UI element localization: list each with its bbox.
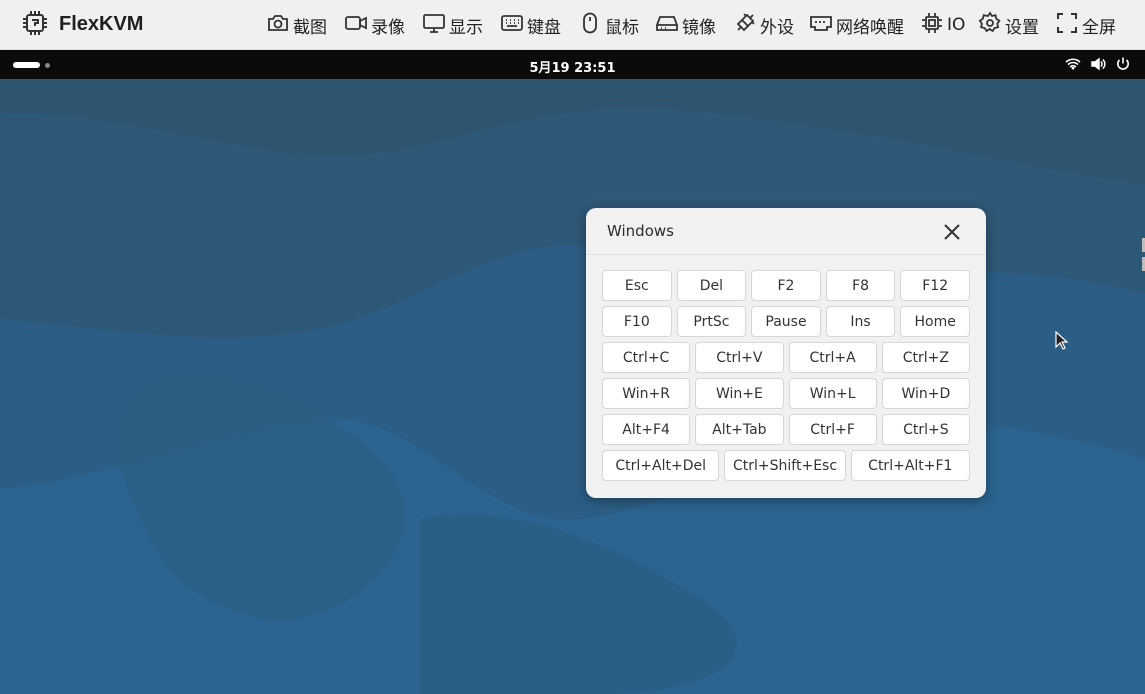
key-ctrl-alt-f1-button[interactable]: Ctrl+Alt+F1 (850, 450, 970, 481)
key-f10-button[interactable]: F10 (602, 306, 672, 337)
chip-logo-icon (21, 9, 49, 41)
system-tray[interactable] (1056, 56, 1131, 76)
drive-icon (655, 11, 682, 40)
fullscreen-button[interactable]: 全屏 (1055, 0, 1121, 50)
gnome-top-bar: 5月19 23:51 (0, 50, 1145, 79)
plug-icon (733, 11, 760, 40)
ethernet-icon (809, 11, 836, 40)
record-label: 录像 (371, 17, 405, 38)
chip-icon (920, 11, 947, 40)
wake-on-lan-label: 网络唤醒 (836, 17, 904, 38)
io-label: IO (947, 15, 966, 35)
brand-name: FlexKVM (59, 13, 144, 35)
close-icon[interactable] (942, 222, 962, 242)
key-f12-button[interactable]: F12 (900, 270, 970, 301)
wake-on-lan-button[interactable]: 网络唤醒 (809, 0, 920, 50)
keyboard-icon (500, 11, 527, 40)
shortcut-row: Ctrl+C Ctrl+V Ctrl+A Ctrl+Z (602, 342, 970, 373)
key-ctrl-f-button[interactable]: Ctrl+F (788, 414, 877, 445)
panel-title: Windows (607, 222, 674, 240)
key-ctrl-c-button[interactable]: Ctrl+C (602, 342, 691, 373)
monitor-icon (422, 11, 449, 40)
key-home-button[interactable]: Home (900, 306, 970, 337)
mouse-icon (578, 11, 605, 40)
key-ctrl-z-button[interactable]: Ctrl+Z (881, 342, 970, 373)
power-icon (1106, 56, 1131, 76)
gear-icon (978, 10, 1005, 40)
keyboard-button[interactable]: 键盘 (500, 0, 578, 50)
clock[interactable]: 5月19 23:51 (0, 57, 1145, 76)
key-f2-button[interactable]: F2 (751, 270, 821, 301)
peripheral-button[interactable]: 外设 (733, 0, 809, 50)
shortcut-grid: Esc Del F2 F8 F12 F10 PrtSc Pause Ins Ho… (602, 270, 970, 486)
key-win-r-button[interactable]: Win+R (602, 378, 691, 409)
fullscreen-label: 全屏 (1082, 17, 1116, 38)
panel-header: Windows (586, 208, 986, 255)
toolbar-menu: 截图 录像 显示 键盘 鼠标 镜像 外设 网络唤醒 IO 设置 全屏 (266, 0, 1121, 50)
key-alt-tab-button[interactable]: Alt+Tab (695, 414, 784, 445)
key-del-button[interactable]: Del (676, 270, 747, 301)
fullscreen-icon (1055, 11, 1082, 40)
wifi-icon (1056, 56, 1081, 76)
key-alt-f4-button[interactable]: Alt+F4 (602, 414, 691, 445)
mirror-label: 镜像 (682, 17, 716, 38)
key-pause-button[interactable]: Pause (751, 306, 821, 337)
record-button[interactable]: 录像 (344, 0, 422, 50)
keyboard-label: 键盘 (527, 17, 561, 38)
brand: FlexKVM (0, 9, 143, 41)
key-esc-button[interactable]: Esc (602, 270, 672, 301)
settings-button[interactable]: 设置 (978, 0, 1055, 50)
key-ctrl-s-button[interactable]: Ctrl+S (881, 414, 970, 445)
io-button[interactable]: IO (920, 0, 978, 50)
key-ctrl-alt-del-button[interactable]: Ctrl+Alt+Del (602, 450, 720, 481)
shortcut-row: F10 PrtSc Pause Ins Home (602, 306, 970, 337)
key-ins-button[interactable]: Ins (825, 306, 896, 337)
key-ctrl-v-button[interactable]: Ctrl+V (695, 342, 784, 373)
video-icon (344, 11, 371, 40)
key-f8-button[interactable]: F8 (825, 270, 896, 301)
shortcut-row: Alt+F4 Alt+Tab Ctrl+F Ctrl+S (602, 414, 970, 445)
key-win-d-button[interactable]: Win+D (881, 378, 970, 409)
shortcut-row: Win+R Win+E Win+L Win+D (602, 378, 970, 409)
kvm-toolbar: FlexKVM 截图 录像 显示 键盘 鼠标 镜像 外设 网络唤醒 IO 设置 … (0, 0, 1145, 50)
display-button[interactable]: 显示 (422, 0, 500, 50)
mouse-label: 鼠标 (605, 17, 639, 38)
key-ctrl-a-button[interactable]: Ctrl+A (788, 342, 877, 373)
shortcut-row: Esc Del F2 F8 F12 (602, 270, 970, 301)
screenshot-button[interactable]: 截图 (266, 0, 344, 50)
mouse-pointer-icon (1055, 331, 1069, 350)
mirror-button[interactable]: 镜像 (655, 0, 733, 50)
screenshot-label: 截图 (293, 17, 327, 38)
peripheral-label: 外设 (760, 17, 794, 38)
key-win-l-button[interactable]: Win+L (788, 378, 877, 409)
shortcut-row: Ctrl+Alt+Del Ctrl+Shift+Esc Ctrl+Alt+F1 (602, 450, 970, 481)
mouse-button[interactable]: 鼠标 (578, 0, 655, 50)
key-ctrl-shift-esc-button[interactable]: Ctrl+Shift+Esc (724, 450, 846, 481)
key-prtsc-button[interactable]: PrtSc (676, 306, 747, 337)
windows-shortcut-panel: Windows Esc Del F2 F8 F12 F10 PrtSc Paus… (586, 208, 986, 498)
display-label: 显示 (449, 17, 483, 38)
key-win-e-button[interactable]: Win+E (695, 378, 784, 409)
volume-icon (1081, 56, 1106, 76)
camera-icon (266, 11, 293, 40)
settings-label: 设置 (1005, 17, 1039, 38)
